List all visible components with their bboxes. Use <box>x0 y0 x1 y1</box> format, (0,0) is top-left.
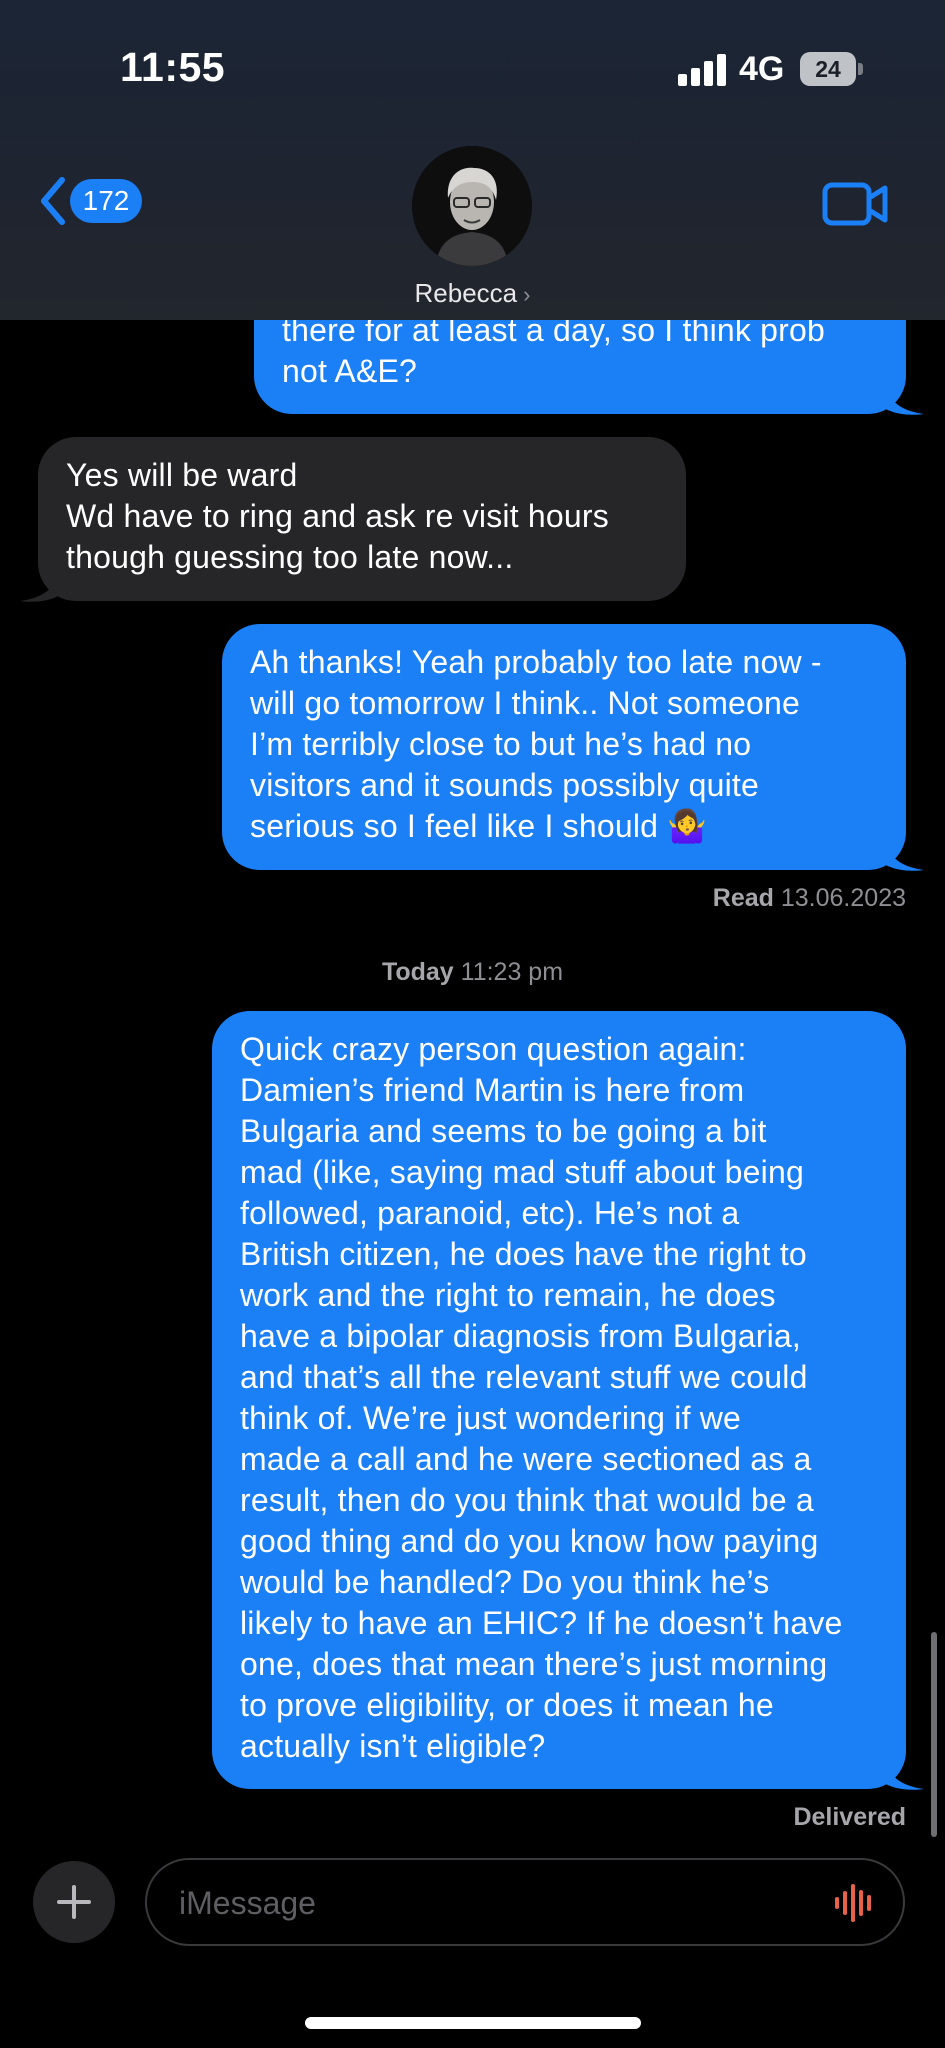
conversation-header: 11:55 4G 24 172 Rebecca › <box>0 0 945 320</box>
network-type: 4G <box>739 50 785 88</box>
contact-name-link[interactable]: Rebecca › <box>0 278 945 309</box>
message-bubble-outgoing[interactable]: Ah thanks! Yeah probably too late now - … <box>222 624 924 871</box>
read-date: 13.06.2023 <box>780 884 906 912</box>
message-text: Quick crazy person question again: Damie… <box>240 1031 843 1764</box>
unread-count-badge: 172 <box>70 179 142 223</box>
battery-level: 24 <box>800 52 856 86</box>
bubble-tail <box>884 1757 924 1790</box>
message-text: there for at least a day, so I think pro… <box>282 312 826 389</box>
scrollbar[interactable] <box>931 1632 937 1837</box>
back-button[interactable]: 172 <box>38 176 142 226</box>
message-bubble-incoming[interactable]: Yes will be ward Wd have to ring and ask… <box>20 437 686 602</box>
back-chevron-icon <box>41 177 65 225</box>
timestamp-time: 11:23 pm <box>460 958 564 986</box>
delivered-status: Delivered <box>793 1803 906 1832</box>
message-text: Ah thanks! Yeah probably too late now - … <box>250 644 822 844</box>
bubble-tail <box>884 382 924 415</box>
plus-button[interactable] <box>33 1861 115 1943</box>
audio-waveform-icon[interactable] <box>833 1884 877 1922</box>
battery-nub <box>858 63 863 75</box>
read-receipt: Read 13.06.2023 <box>713 884 906 913</box>
delivered-label: Delivered <box>793 1803 906 1831</box>
bubble-tail <box>884 838 924 871</box>
signal-bars-icon <box>678 54 726 86</box>
chevron-right-icon: › <box>523 282 531 307</box>
timestamp-divider: Today 11:23 pm <box>0 958 945 987</box>
message-composer[interactable] <box>145 1858 905 1946</box>
message-text: Yes will be ward Wd have to ring and ask… <box>66 457 609 575</box>
read-label: Read <box>712 884 774 912</box>
message-input[interactable] <box>177 1860 811 1946</box>
bubble-tail <box>20 569 60 602</box>
timestamp-day: Today <box>381 958 454 986</box>
status-time: 11:55 <box>120 44 226 90</box>
battery-icon: 24 <box>800 52 866 86</box>
contact-photo <box>412 146 532 266</box>
avatar[interactable] <box>412 146 532 266</box>
contact-name: Rebecca <box>414 278 518 308</box>
home-indicator[interactable] <box>305 2017 641 2029</box>
video-camera-icon[interactable] <box>822 180 888 228</box>
plus-icon <box>57 1885 91 1919</box>
message-bubble-outgoing[interactable]: Quick crazy person question again: Damie… <box>212 1011 924 1790</box>
